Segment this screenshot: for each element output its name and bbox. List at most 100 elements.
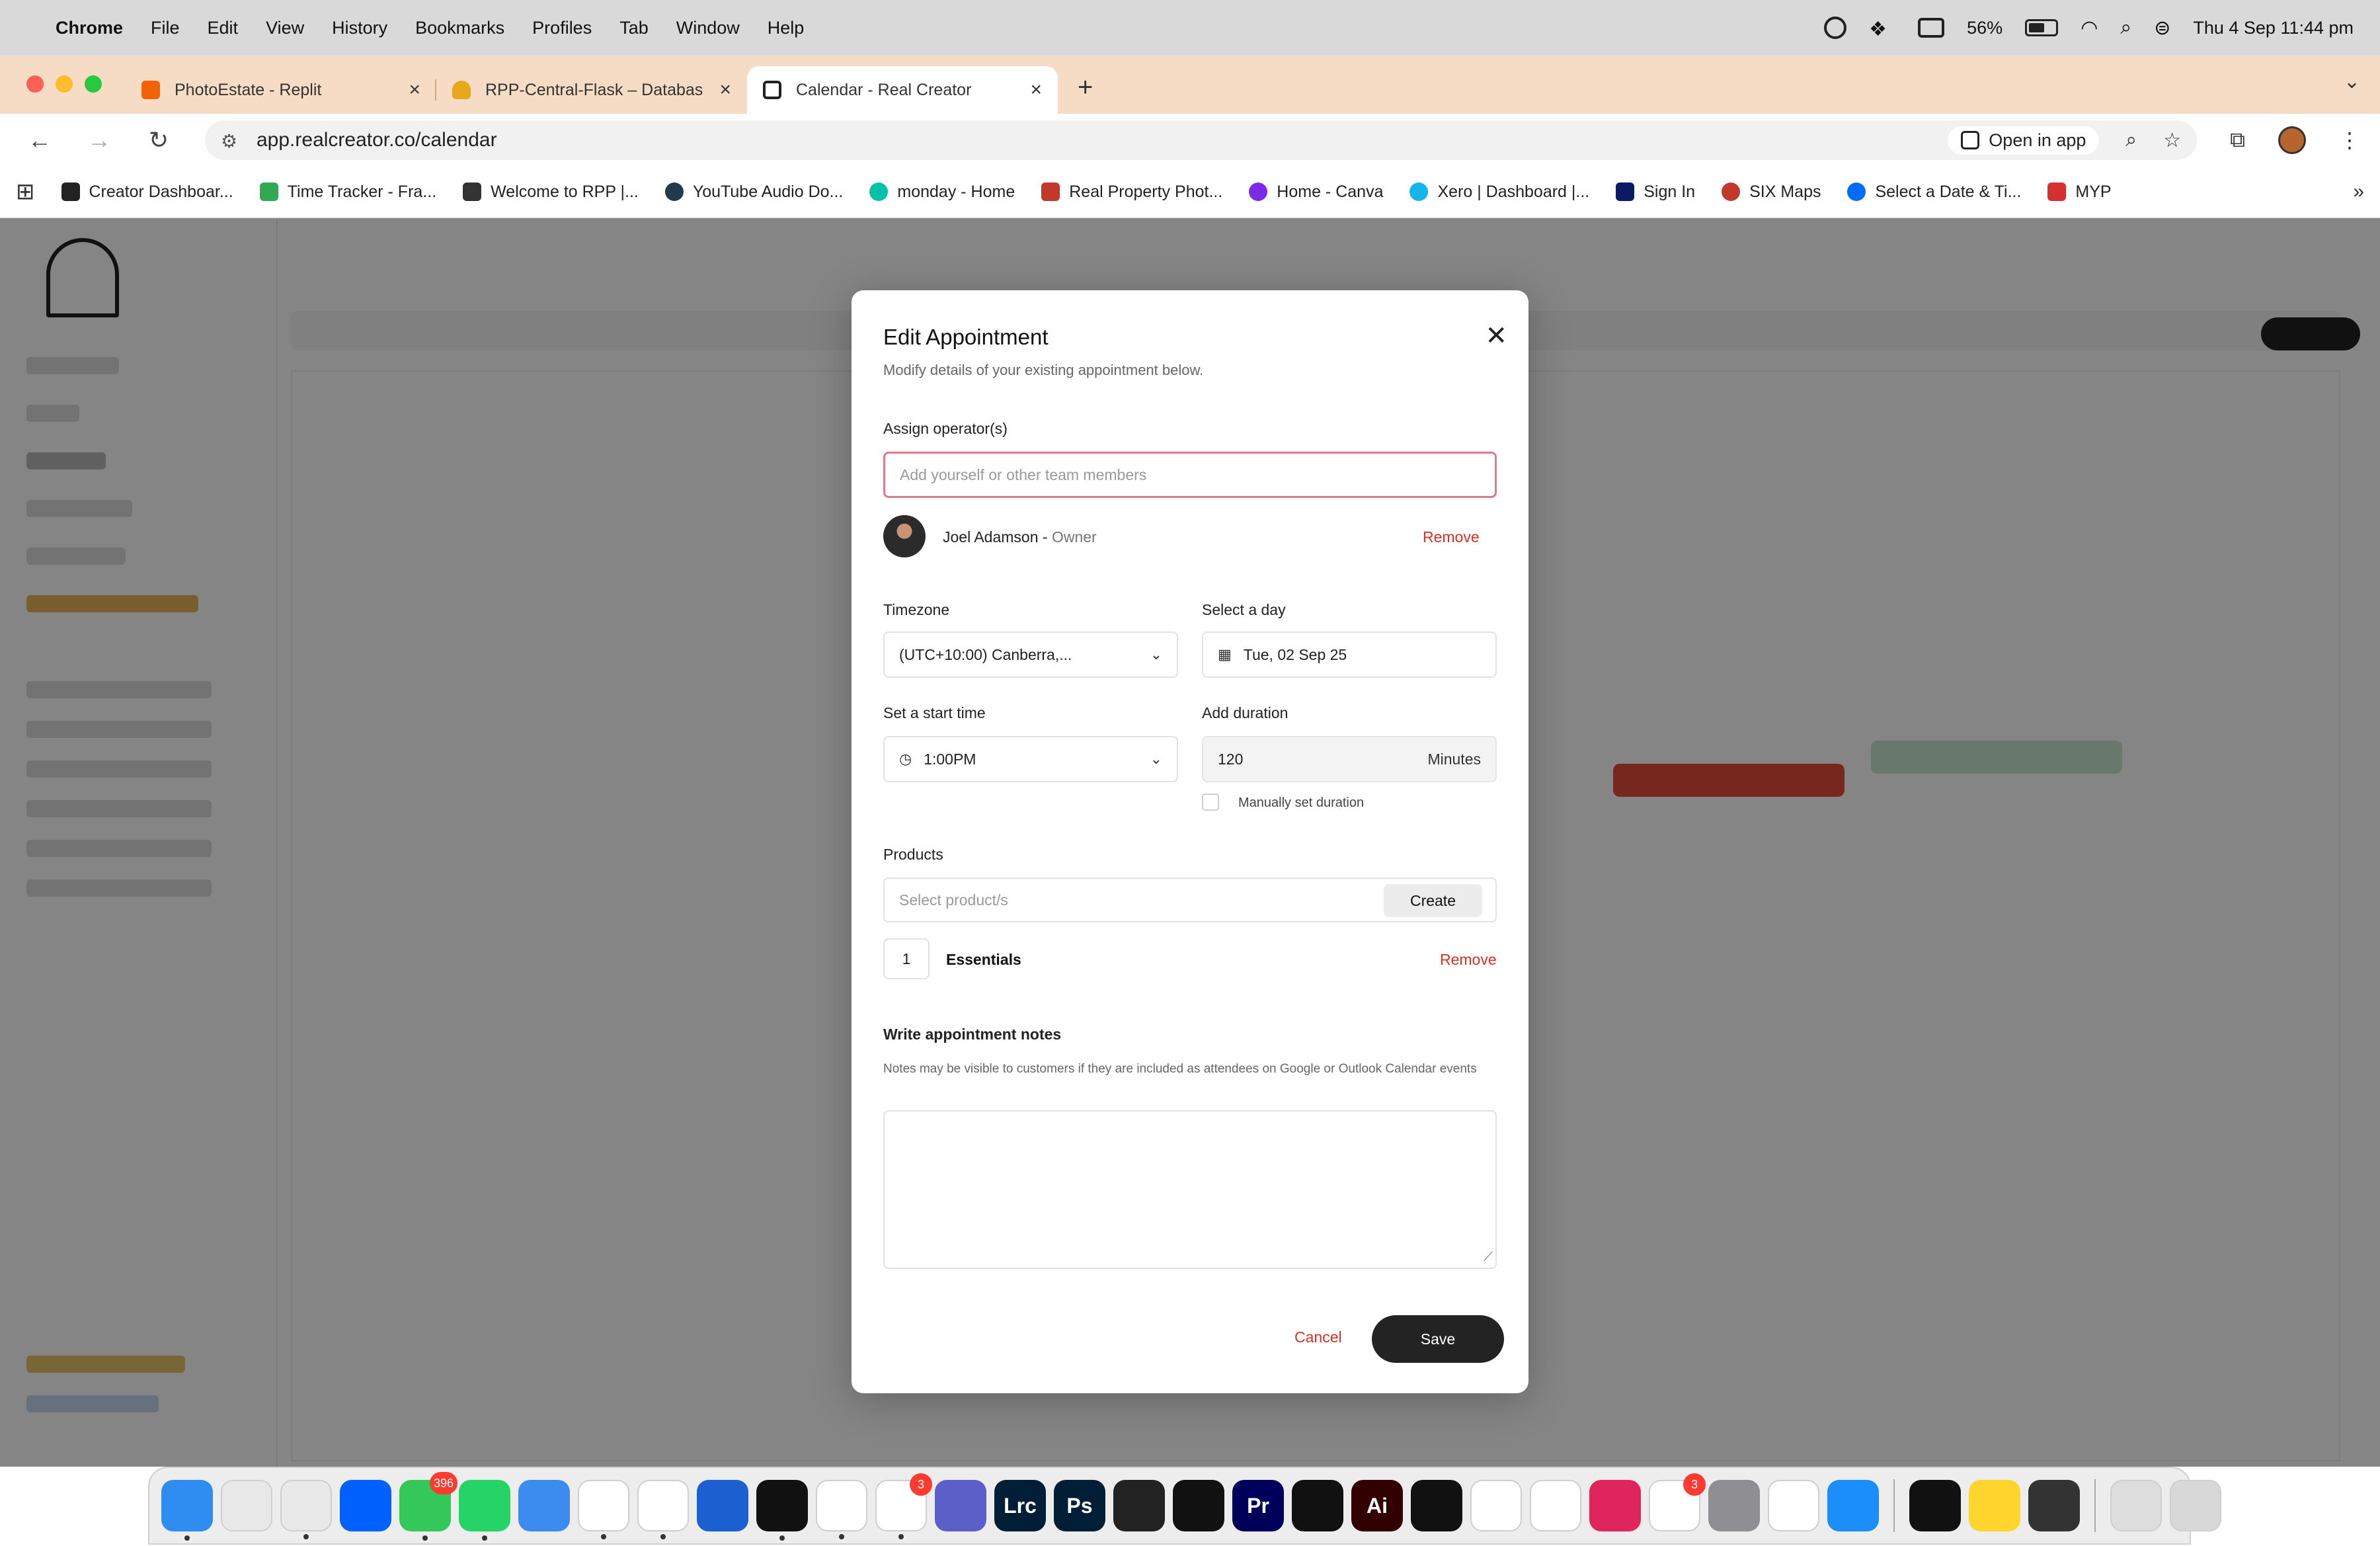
photoshop-icon[interactable]: Ps [1054,1480,1105,1531]
cancel-button[interactable]: Cancel [1294,1328,1342,1346]
bookmark-youtube-audio[interactable]: YouTube Audio Do... [664,183,843,202]
chrome-icon[interactable] [280,1480,332,1539]
menu-chrome[interactable]: Chrome [56,18,123,38]
appointment-notes-textarea[interactable]: ⟋ [883,1110,1497,1269]
remove-operator-link[interactable]: Remove [1423,528,1480,546]
create-product-button[interactable]: Create [1383,884,1482,917]
reload-button[interactable]: ↻ [139,126,178,154]
premiere-icon[interactable]: Pr [1232,1480,1284,1531]
close-tab-icon[interactable]: × [719,79,731,101]
bookmark-creator-dashboard[interactable]: Creator Dashboar... [61,183,233,202]
resize-grip-icon[interactable]: ⟋ [1484,1250,1493,1265]
bookmark-calendly[interactable]: Select a Date & Ti... [1847,183,2021,202]
notes-icon[interactable] [1969,1480,2020,1531]
audio-icon[interactable] [697,1480,748,1531]
bookmark-sign-in[interactable]: Sign In [1616,183,1695,202]
dropbox-status-icon[interactable]: ❖ [1869,18,1895,40]
menu-window[interactable]: Window [676,18,740,38]
control-center-icon[interactable]: ⊜ [2154,17,2170,40]
new-tab-button[interactable]: + [1078,73,1093,102]
slack-icon[interactable] [816,1480,867,1539]
forward-button[interactable]: → [79,126,119,154]
zoom-window-button[interactable] [85,75,102,93]
bookmark-canva[interactable]: Home - Canva [1249,183,1383,202]
app-store-icon[interactable] [1827,1480,1879,1531]
whatsapp-icon[interactable] [459,1480,510,1541]
spotlight-search-icon[interactable]: ⌕ [2120,17,2131,39]
back-button[interactable]: ← [20,126,60,154]
menu-profiles[interactable]: Profiles [532,18,592,38]
duration-input[interactable]: 120 Minutes [1202,736,1497,782]
monday-icon[interactable] [637,1480,689,1539]
date-picker[interactable]: ▦ Tue, 02 Sep 25 [1202,631,1497,678]
bookmark-welcome-rpp[interactable]: Welcome to RPP |... [463,183,639,202]
assign-operator-input[interactable]: Add yourself or other team members [883,452,1497,498]
extensions-icon[interactable]: ⧉ [2230,128,2245,153]
lightroom-icon[interactable]: Lrc [994,1480,1046,1531]
creative-cloud-icon[interactable] [1589,1480,1641,1531]
illustrator-icon[interactable]: Ai [1351,1480,1403,1531]
bookmark-six-maps[interactable]: SIX Maps [1722,183,1821,202]
close-tab-icon[interactable]: × [1030,79,1042,101]
teams-icon[interactable] [935,1480,986,1531]
zoom-icon[interactable]: ⌕ [2125,129,2137,151]
apps-grid-icon[interactable]: ⊞ [16,179,35,205]
bookmark-time-tracker[interactable]: Time Tracker - Fra... [259,183,436,202]
profile-avatar[interactable] [2278,126,2306,154]
preview-window-icon[interactable] [2110,1480,2162,1531]
product-select[interactable]: Select product/s Create [883,877,1497,922]
trash-icon[interactable] [2170,1480,2221,1531]
font-icon[interactable] [1470,1480,1522,1531]
minimize-window-button[interactable] [56,75,73,93]
real-creator-icon[interactable] [578,1480,629,1539]
product-quantity-input[interactable]: 1 [883,938,930,979]
address-bar[interactable]: ⚙ app.realcreator.co/calendar Open in ap… [205,120,2198,160]
menu-history[interactable]: History [332,18,387,38]
chrome-menu-icon[interactable]: ⋮ [2339,128,2360,153]
wave-icon[interactable] [756,1480,808,1541]
finder-icon[interactable] [161,1480,213,1541]
bookmark-star-icon[interactable]: ☆ [2163,129,2181,152]
tab-search-chevron-icon[interactable]: ⌄ [2344,70,2360,93]
wifi-icon[interactable]: ◠ [2081,17,2098,40]
tab-calendar-real-creator[interactable]: Calendar - Real Creator × [747,66,1058,114]
manual-duration-checkbox[interactable] [1202,793,1219,811]
menu-bookmarks[interactable]: Bookmarks [415,18,504,38]
menu-help[interactable]: Help [768,18,805,38]
tab-rpp-central[interactable]: RPP-Central-Flask – Databas × [436,66,747,114]
open-in-app-button[interactable]: Open in app [1948,126,2100,155]
more-bookmarks-icon[interactable]: » [2353,181,2364,203]
site-settings-icon[interactable]: ⚙ [221,130,241,151]
messenger-icon[interactable]: 3 [875,1473,932,1539]
dropbox-icon[interactable] [340,1480,391,1531]
final-cut-icon[interactable] [1173,1480,1224,1531]
reminders-icon[interactable]: 3 [1649,1473,1706,1531]
bookmark-monday[interactable]: monday - Home [869,183,1015,202]
launchpad-icon[interactable] [221,1480,272,1531]
menu-file[interactable]: File [151,18,180,38]
calculator-icon[interactable] [2028,1480,2080,1531]
tab-photoestate[interactable]: PhotoEstate - Replit × [126,66,436,114]
claude-icon[interactable] [1292,1480,1343,1531]
close-tab-icon[interactable]: × [409,79,420,101]
bookmark-xero[interactable]: Xero | Dashboard |... [1409,183,1589,202]
mail-icon[interactable] [518,1480,570,1531]
messages-icon[interactable]: 396 [399,1472,457,1541]
battery-icon[interactable] [2025,19,2059,36]
menu-tab[interactable]: Tab [619,18,649,38]
remove-product-link[interactable]: Remove [1440,951,1497,969]
url-text[interactable]: app.realcreator.co/calendar [257,129,497,151]
close-icon[interactable]: ✕ [1485,321,1507,351]
bookmark-real-property[interactable]: Real Property Phot... [1041,183,1222,202]
close-window-button[interactable] [26,75,44,93]
car-status-icon[interactable] [1918,18,1945,38]
quicktime-icon[interactable] [1113,1480,1165,1531]
creative-cloud-status-icon[interactable] [1824,17,1847,39]
chatgpt-icon[interactable] [1530,1480,1581,1531]
perplexity-icon[interactable] [1411,1480,1462,1531]
spotify-icon[interactable] [1909,1480,1961,1531]
save-button[interactable]: Save [1372,1315,1504,1363]
menu-clock[interactable]: Thu 4 Sep 11:44 pm [2193,18,2354,38]
start-time-select[interactable]: ◷ 1:00PM ⌄ [883,736,1178,782]
timezone-select[interactable]: (UTC+10:00) Canberra,... ⌄ [883,631,1178,678]
